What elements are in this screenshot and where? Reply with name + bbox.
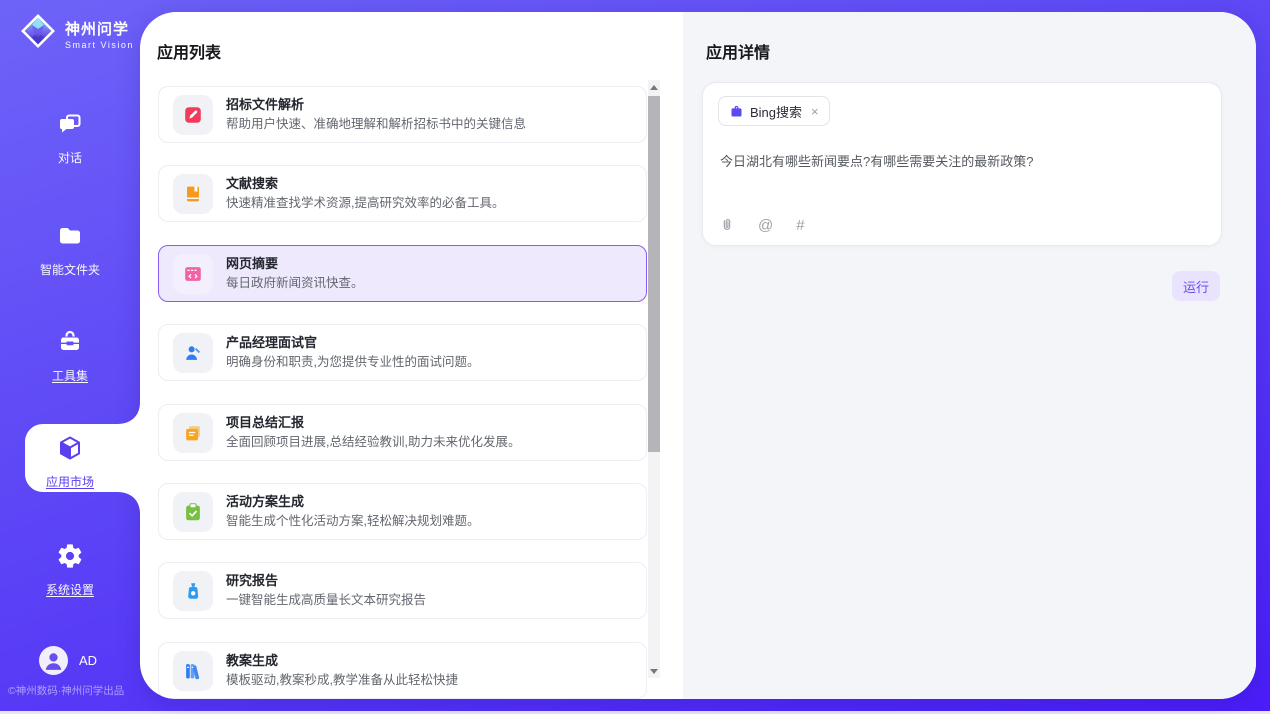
- copyright: ©神州数码·神州问学出品: [8, 683, 124, 698]
- app-card-title: 产品经理面试官: [226, 334, 479, 351]
- triangle-down-icon: [650, 669, 658, 674]
- app-card-title: 活动方案生成: [226, 493, 479, 510]
- app-card-text: 网页摘要每日政府新闻资讯快查。: [226, 255, 364, 292]
- prompt-card[interactable]: Bing搜索 × 今日湖北有哪些新闻要点?有哪些需要关注的最新政策? @ #: [702, 82, 1222, 246]
- app-card-text: 活动方案生成智能生成个性化活动方案,轻松解决规划难题。: [226, 493, 479, 530]
- tool-tag-bing[interactable]: Bing搜索 ×: [718, 96, 830, 126]
- ink-bottle-icon: [173, 571, 213, 611]
- brand-diamond-icon: [18, 11, 58, 56]
- sidebar: 神州问学 Smart Vision 对话智能文件夹工具集应用市场系统设置 AD …: [0, 0, 140, 711]
- app-card-desc: 每日政府新闻资讯快查。: [226, 275, 364, 292]
- triangle-up-icon: [650, 85, 658, 90]
- app-card-desc: 明确身份和职责,为您提供专业性的面试问题。: [226, 354, 479, 371]
- app-card-title: 研究报告: [226, 572, 426, 589]
- books-icon: [173, 651, 213, 691]
- browser-code-icon: [173, 254, 213, 294]
- app-card-title: 教案生成: [226, 652, 458, 669]
- user-initials: AD: [79, 653, 97, 668]
- sidebar-item-toolset[interactable]: 工具集: [0, 328, 140, 384]
- app-card-desc: 模板驱动,教案秒成,教学准备从此轻松快捷: [226, 672, 458, 689]
- scrollbar[interactable]: [648, 80, 660, 678]
- app-card[interactable]: 活动方案生成智能生成个性化活动方案,轻松解决规划难题。: [158, 483, 647, 540]
- folder-icon: [56, 222, 84, 255]
- sidebar-item-label: 应用市场: [46, 473, 94, 490]
- app-card-desc: 全面回顾项目进展,总结经验教训,助力未来优化发展。: [226, 434, 520, 451]
- composer-actions: @ #: [719, 216, 805, 234]
- app-card-title: 项目总结汇报: [226, 414, 520, 431]
- mention-icon[interactable]: @: [758, 217, 773, 234]
- app-card-title: 网页摘要: [226, 255, 364, 272]
- tag-close-icon[interactable]: ×: [811, 104, 819, 119]
- app-card-text: 招标文件解析帮助用户快速、准确地理解和解析招标书中的关键信息: [226, 96, 526, 133]
- sidebar-item-smart-folder[interactable]: 智能文件夹: [0, 222, 140, 278]
- query-text[interactable]: 今日湖北有哪些新闻要点?有哪些需要关注的最新政策?: [720, 151, 1200, 170]
- app-card-text: 研究报告一键智能生成高质量长文本研究报告: [226, 572, 426, 609]
- tool-tag-label: Bing搜索: [750, 102, 802, 121]
- app-card[interactable]: 文献搜索快速精准查找学术资源,提高研究效率的必备工具。: [158, 165, 647, 222]
- chat-icon: [56, 110, 84, 143]
- scroll-up-button[interactable]: [648, 80, 660, 94]
- sidebar-item-app-market[interactable]: 应用市场: [0, 434, 140, 490]
- gear-icon: [56, 542, 84, 575]
- brand-name: 神州问学: [65, 18, 134, 39]
- briefcase-icon: [729, 104, 744, 119]
- run-button[interactable]: 运行: [1172, 271, 1220, 301]
- app-detail-title: 应用详情: [706, 39, 770, 63]
- sidebar-item-label: 工具集: [52, 367, 88, 384]
- toolbox-icon: [56, 328, 84, 361]
- app-card[interactable]: 招标文件解析帮助用户快速、准确地理解和解析招标书中的关键信息: [158, 86, 647, 143]
- user-profile[interactable]: AD: [39, 646, 97, 675]
- sidebar-item-settings[interactable]: 系统设置: [0, 542, 140, 598]
- app-card-text: 产品经理面试官明确身份和职责,为您提供专业性的面试问题。: [226, 334, 479, 371]
- app-card-title: 文献搜索: [226, 175, 504, 192]
- attachment-icon[interactable]: [719, 216, 735, 234]
- app-card-text: 文献搜索快速精准查找学术资源,提高研究效率的必备工具。: [226, 175, 504, 212]
- pen-square-icon: [173, 95, 213, 135]
- book-icon: [173, 174, 213, 214]
- app-card-text: 项目总结汇报全面回顾项目进展,总结经验教训,助力未来优化发展。: [226, 414, 520, 451]
- app-window: 神州问学 Smart Vision 对话智能文件夹工具集应用市场系统设置 AD …: [0, 0, 1270, 714]
- app-list-title: 应用列表: [157, 39, 221, 63]
- scrollbar-thumb[interactable]: [648, 96, 660, 452]
- hashtag-icon[interactable]: #: [796, 217, 804, 234]
- sidebar-item-label: 智能文件夹: [40, 261, 100, 278]
- app-card[interactable]: 网页摘要每日政府新闻资讯快查。: [158, 245, 647, 302]
- app-card-desc: 帮助用户快速、准确地理解和解析招标书中的关键信息: [226, 116, 526, 133]
- app-card[interactable]: 产品经理面试官明确身份和职责,为您提供专业性的面试问题。: [158, 324, 647, 381]
- interviewer-icon: [173, 333, 213, 373]
- app-card[interactable]: 项目总结汇报全面回顾项目进展,总结经验教训,助力未来优化发展。: [158, 404, 647, 461]
- sidebar-item-chat[interactable]: 对话: [0, 110, 140, 166]
- avatar: [39, 646, 68, 675]
- app-card[interactable]: 研究报告一键智能生成高质量长文本研究报告: [158, 562, 647, 619]
- app-card[interactable]: 教案生成模板驱动,教案秒成,教学准备从此轻松快捷: [158, 642, 647, 699]
- main-content: 应用列表 招标文件解析帮助用户快速、准确地理解和解析招标书中的关键信息文献搜索快…: [140, 12, 1256, 699]
- cube-icon: [56, 434, 84, 467]
- app-card-text: 教案生成模板驱动,教案秒成,教学准备从此轻松快捷: [226, 652, 458, 689]
- brand-logo: 神州问学 Smart Vision: [18, 11, 134, 56]
- brand-subtitle: Smart Vision: [65, 40, 134, 50]
- app-card-desc: 智能生成个性化活动方案,轻松解决规划难题。: [226, 513, 479, 530]
- sticky-notes-icon: [173, 413, 213, 453]
- scroll-down-button[interactable]: [648, 664, 660, 678]
- app-card-title: 招标文件解析: [226, 96, 526, 113]
- sidebar-item-label: 对话: [58, 149, 82, 166]
- app-card-desc: 快速精准查找学术资源,提高研究效率的必备工具。: [226, 195, 504, 212]
- clipboard-check-icon: [173, 492, 213, 532]
- app-card-desc: 一键智能生成高质量长文本研究报告: [226, 592, 426, 609]
- sidebar-item-label: 系统设置: [46, 581, 94, 598]
